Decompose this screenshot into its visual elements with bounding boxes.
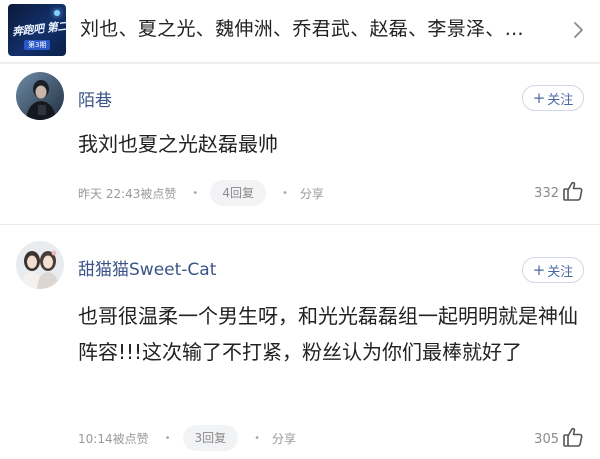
avatar-image — [16, 241, 64, 289]
thumbnail-title: 奔跑吧 第二季 — [11, 18, 66, 39]
reply-button[interactable]: 3回复 — [182, 425, 239, 451]
meta-separator: • — [281, 187, 288, 199]
comment-meta: 10:14被点赞 • 3回复 • 分享 — [78, 425, 296, 451]
comment-time: 昨天 22:43被点赞 — [78, 186, 177, 201]
comment-item: 陌巷 + 关注 我刘也夏之光赵磊最帅 昨天 22:43被点赞 • 4回复 • 分… — [0, 64, 600, 222]
meta-separator: • — [254, 432, 261, 444]
avatar-image — [16, 72, 64, 120]
like-count: 332 — [534, 186, 559, 201]
thumbs-up-icon — [563, 181, 583, 201]
avatar[interactable] — [16, 241, 64, 289]
topic-bar[interactable]: 奔跑吧 第二季 第3期 刘也、夏之光、魏伸洲、乔君武、赵磊、李景泽、… — [0, 0, 600, 60]
plus-icon: + — [532, 260, 546, 279]
thumbnail-badge: 第3期 — [24, 40, 51, 50]
meta-separator: • — [192, 187, 199, 199]
follow-label: 关注 — [547, 92, 574, 108]
username[interactable]: 甜猫猫Sweet-Cat — [78, 255, 216, 280]
comment-time: 10:14被点赞 — [78, 431, 149, 446]
username[interactable]: 陌巷 — [78, 86, 112, 111]
comment-item: 甜猫猫Sweet-Cat + 关注 也哥很温柔一个男生呀，和光光磊磊组一起明明就… — [0, 225, 600, 459]
comment-text: 我刘也夏之光赵磊最帅 — [78, 132, 278, 156]
thumbnail-spark — [54, 10, 60, 16]
share-button[interactable]: 分享 — [272, 430, 296, 447]
chevron-right-icon[interactable] — [570, 20, 586, 40]
plus-icon: + — [532, 88, 546, 107]
follow-label: 关注 — [547, 264, 574, 280]
reply-button[interactable]: 4回复 — [210, 180, 266, 206]
like-count: 305 — [534, 432, 559, 447]
like-button[interactable]: 305 — [534, 426, 584, 448]
thumbs-up-icon — [563, 427, 583, 447]
follow-button[interactable]: + 关注 — [522, 85, 584, 111]
like-button[interactable]: 332 — [534, 180, 584, 202]
follow-button[interactable]: + 关注 — [522, 257, 584, 283]
comment-text: 也哥很温柔一个男生呀，和光光磊磊组一起明明就是神仙阵容!!!这次输了不打紧，粉丝… — [78, 304, 578, 364]
comment-meta: 昨天 22:43被点赞 • 4回复 • 分享 — [78, 180, 324, 206]
meta-separator: • — [164, 432, 171, 444]
topic-thumbnail[interactable]: 奔跑吧 第二季 第3期 — [8, 4, 66, 56]
comment-page: 奔跑吧 第二季 第3期 刘也、夏之光、魏伸洲、乔君武、赵磊、李景泽、… 陌巷 +… — [0, 0, 600, 459]
avatar[interactable] — [16, 72, 64, 120]
share-button[interactable]: 分享 — [300, 185, 324, 202]
topic-names[interactable]: 刘也、夏之光、魏伸洲、乔君武、赵磊、李景泽、… — [80, 14, 524, 44]
